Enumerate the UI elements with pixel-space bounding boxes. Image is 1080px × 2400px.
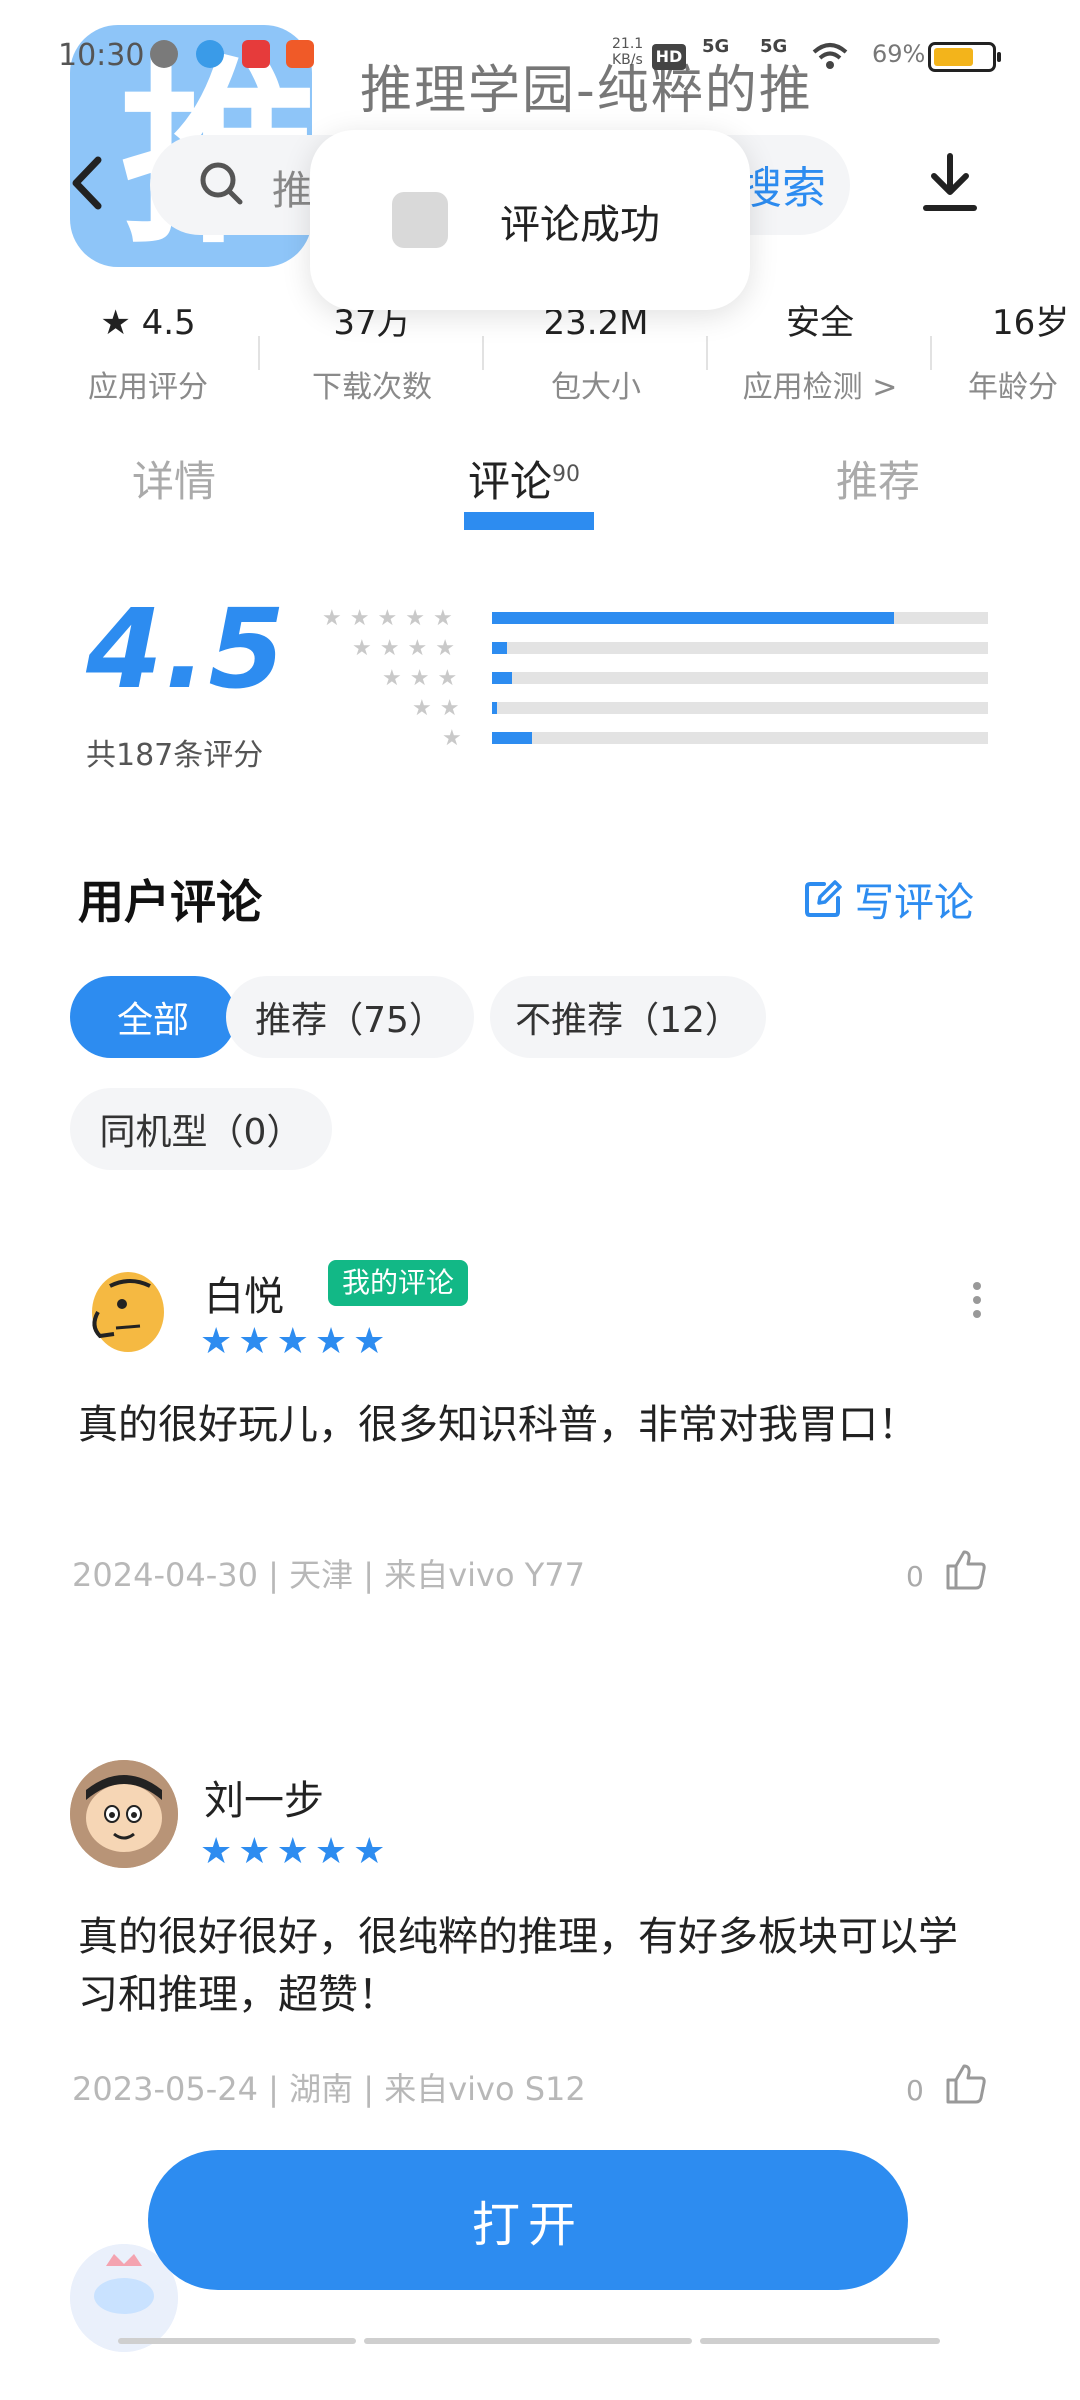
toast-app-icon [392,192,448,248]
tab-comments-label: 评论 [468,457,553,506]
filter-same-model[interactable]: 同机型（0） [70,1088,332,1170]
rating-bar-5 [492,612,988,624]
signal-5g-icon: 5G [702,36,730,57]
thumbs-up-icon[interactable] [944,2062,988,2106]
status-bar: 10:30 21.1 KB/s HD 5G 5G 69% [0,0,1080,110]
stat-rating: ★ 4.5 应用评分 [36,300,260,406]
filter-all[interactable]: 全部 [70,976,236,1058]
back-arrow-icon[interactable] [62,148,112,218]
stat-value: ★ 4.5 [100,303,196,343]
stat-value: 安全 [786,303,854,343]
more-options-icon[interactable] [962,1276,992,1336]
rating-bar-4 [492,642,988,654]
star-row-2: ★ ★ [412,696,460,721]
status-time: 10:30 [58,38,145,73]
stat-security[interactable]: 安全 应用检测 > [708,300,932,406]
active-tab-indicator [464,512,594,530]
like-count: 0 [906,2074,924,2107]
review-text: 真的很好很好，很纯粹的推理，有好多板块可以学习和推理，超赞！ [78,1914,958,2018]
rating-bar-1 [492,732,988,744]
write-review-button[interactable]: 写评论 [802,870,974,928]
rating-count: 共187条评分 [86,738,264,773]
stat-label: 应用评分 [88,370,208,405]
rating-bar-fill [492,732,532,744]
avatar-image [92,1272,164,1352]
nav-indicator [364,2338,692,2344]
stat-downloads: 37万 下载次数 [260,300,484,406]
stat-label: 应用检测 > [742,370,898,405]
qq-icon [196,40,224,68]
rating-bar-fill [492,672,512,684]
toast-text: 评论成功 [500,202,660,248]
wifi-icon [812,43,848,69]
download-icon[interactable] [920,150,980,216]
avatar[interactable] [70,1256,178,1364]
wechat-icon [150,40,178,68]
avatar[interactable] [70,1760,178,1868]
stat-label: 下载次数 [312,370,432,405]
shopping-app-icon [286,40,314,68]
hd-icon: HD [652,44,686,70]
review-stars: ★ ★ ★ ★ ★ [200,1321,386,1362]
signal-5g-icon-2: 5G [760,36,788,57]
filter-recommend[interactable]: 推荐（75） [226,976,474,1058]
stat-size: 23.2M 包大小 [484,300,708,406]
nav-indicator [118,2338,356,2344]
review-meta: 2024-04-30 | 天津 | 来自vivo Y77 [72,1556,586,1594]
review-meta: 2023-05-24 | 湖南 | 来自vivo S12 [72,2070,586,2108]
tab-comments-count: 90 [552,462,581,487]
search-icon [200,162,243,205]
star-row-5: ★ ★ ★ ★ ★ [322,606,453,631]
battery-icon [928,42,1001,72]
review-stars: ★ ★ ★ ★ ★ [200,1831,386,1872]
rating-bar-3 [492,672,988,684]
avatar-image [70,1760,178,1868]
tab-recommend[interactable]: 推荐 [836,448,920,509]
star-row-1: ★ [442,726,462,751]
rating-bar-fill [492,702,497,714]
thumbs-up-icon[interactable] [944,1548,988,1592]
reviewer-name: 白悦 [204,1274,284,1320]
review-text: 真的很好玩儿，很多知识科普，非常对我胃口！ [78,1402,918,1448]
filter-not-recommend[interactable]: 不推荐（12） [490,976,766,1058]
rating-score: 4.5 [86,585,287,713]
rating-bar-fill [492,642,507,654]
search-button[interactable]: 搜索 [738,152,826,216]
rating-bar-fill [492,612,894,624]
stat-label: 包大小 [551,370,641,405]
reviews-section-title: 用户评论 [78,875,262,929]
my-review-badge: 我的评论 [328,1260,469,1306]
star-row-3: ★ ★ ★ [382,666,458,691]
reviewer-name: 刘一步 [204,1778,324,1824]
stat-label: 年龄分 [968,370,1058,405]
nav-indicator [700,2338,940,2344]
like-count: 0 [906,1560,924,1593]
stat-age: 16岁 年龄分 [932,300,1080,406]
tab-comments[interactable]: 评论90 [468,448,580,509]
rating-bar-2 [492,702,988,714]
stat-value: 16岁 [992,303,1070,343]
open-app-button[interactable]: 打开 [148,2150,908,2290]
write-review-label: 写评论 [854,880,974,926]
net-speed: 21.1 KB/s [612,36,644,68]
search-placeholder: 推 [272,168,312,214]
edit-icon [805,880,842,917]
app-notification-icon [242,40,270,68]
toast-message: 评论成功 [310,130,750,310]
battery-fill [934,48,973,66]
tab-details[interactable]: 详情 [132,448,216,509]
battery-percent: 69% [872,40,926,68]
star-row-4: ★ ★ ★ ★ [352,636,455,661]
